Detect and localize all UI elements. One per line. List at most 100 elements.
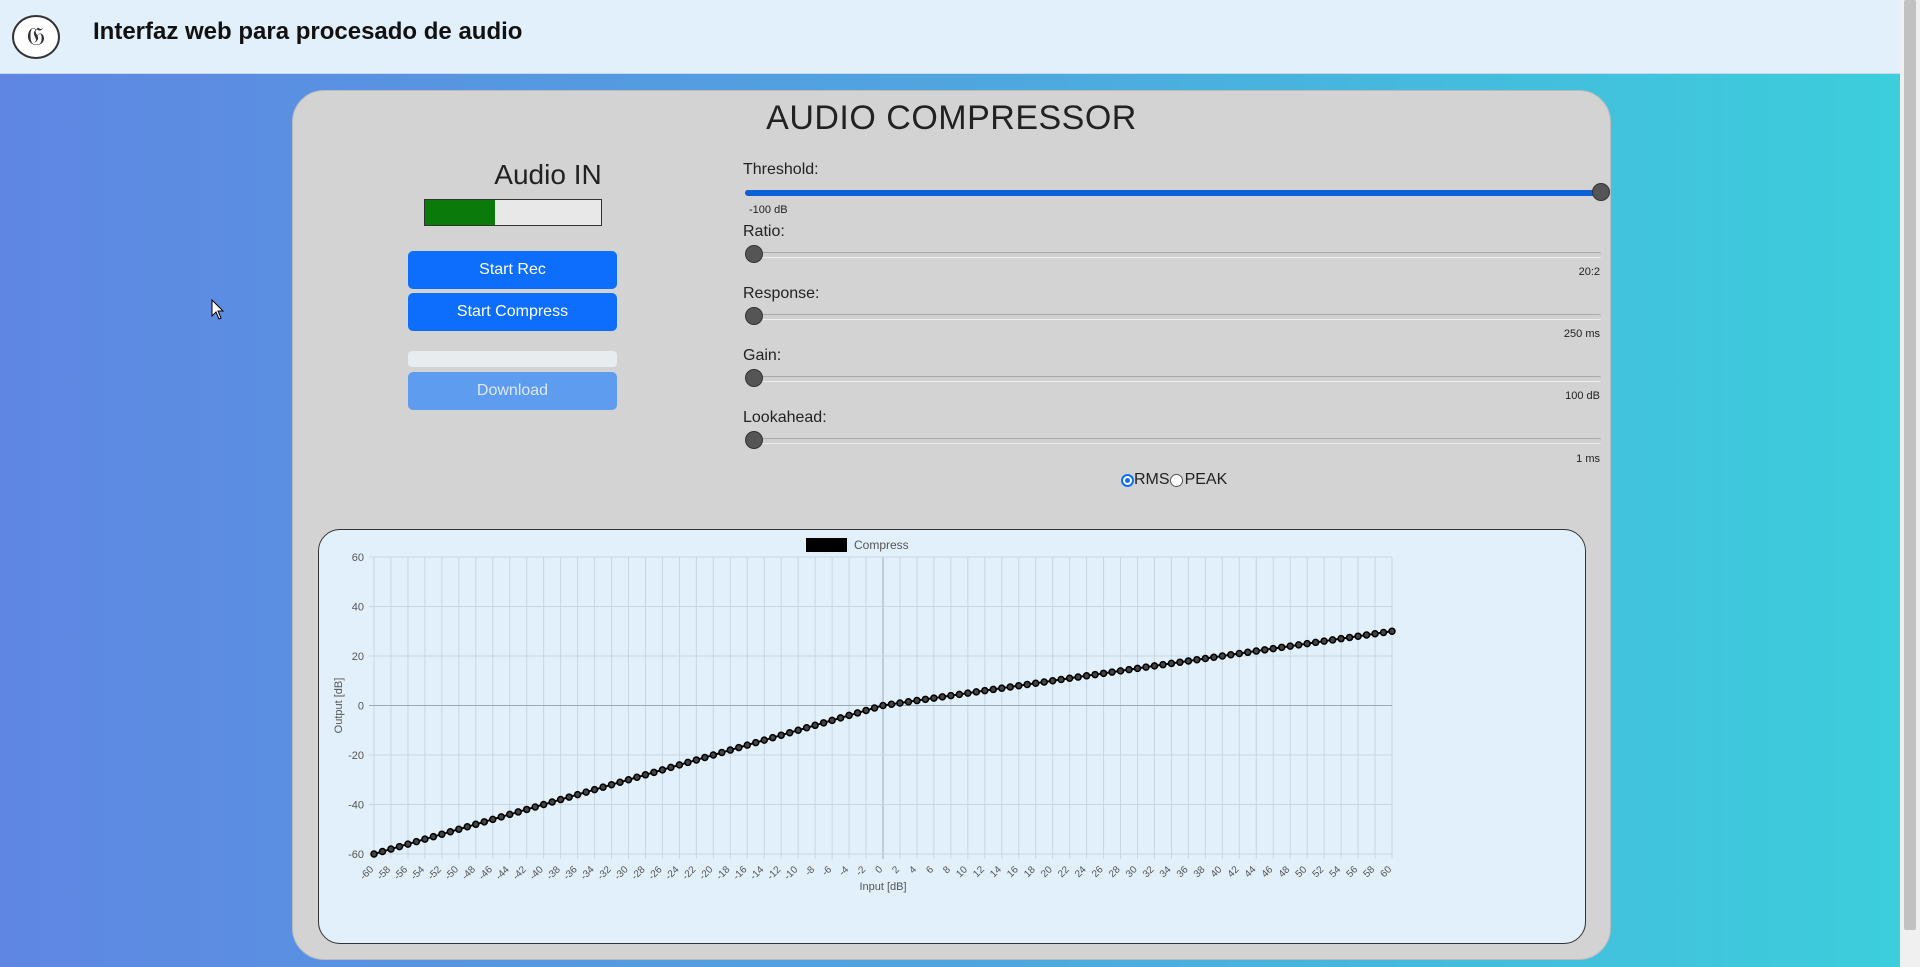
data-point xyxy=(1142,663,1150,671)
data-point xyxy=(819,719,828,727)
lookahead-slider-thumb[interactable] xyxy=(745,431,763,449)
x-tick-label: 50 xyxy=(1294,864,1310,880)
data-point xyxy=(650,768,658,777)
data-point xyxy=(794,726,802,734)
x-tick-label: -18 xyxy=(714,864,732,882)
peak-radio[interactable] xyxy=(1169,473,1183,487)
lookahead-slider[interactable] xyxy=(745,431,1601,449)
top-bar: 𝔊 Interfaz web para procesado de audio xyxy=(0,0,1900,74)
x-tick-label: 58 xyxy=(1362,864,1378,880)
data-point xyxy=(531,803,539,811)
x-tick-label: -50 xyxy=(443,864,461,882)
scrollbar-thumb[interactable] xyxy=(1904,0,1916,930)
response-slider[interactable] xyxy=(745,307,1601,325)
start-compress-button[interactable]: Start Compress xyxy=(408,293,617,331)
gain-label: Gain: xyxy=(743,347,782,364)
x-tick-label: -34 xyxy=(579,864,597,882)
data-point xyxy=(930,694,938,702)
y-tick-label: 0 xyxy=(358,701,364,713)
compression-chart-svg: -60-58-56-54-52-50-48-46-44-42-40-38-36-… xyxy=(333,538,1396,893)
data-point xyxy=(1201,654,1210,663)
start-rec-button[interactable]: Start Rec xyxy=(408,251,617,289)
data-point xyxy=(1337,634,1345,643)
x-tick-label: -28 xyxy=(630,864,648,882)
y-axis-label: Output [dB] xyxy=(333,678,345,734)
y-tick-label: -20 xyxy=(348,750,364,762)
response-slider-thumb[interactable] xyxy=(745,307,763,325)
data-point xyxy=(404,840,412,848)
data-point xyxy=(853,709,862,717)
x-tick-label: 20 xyxy=(1039,864,1055,880)
data-point xyxy=(684,758,692,767)
data-point xyxy=(1184,657,1193,665)
ratio-label: Ratio: xyxy=(743,223,785,240)
processing-progress-bar xyxy=(408,351,617,367)
threshold-slider[interactable] xyxy=(745,183,1610,201)
gain-slider[interactable] xyxy=(745,369,1601,387)
x-tick-label: -20 xyxy=(697,864,715,882)
data-point xyxy=(1379,628,1388,637)
data-point xyxy=(1014,681,1023,690)
bird-logo-icon: 𝔊 xyxy=(12,15,60,59)
data-point xyxy=(1269,644,1277,653)
gain-slider-thumb[interactable] xyxy=(745,369,763,387)
threshold-label: Threshold: xyxy=(743,161,819,178)
x-tick-label: -2 xyxy=(854,864,868,878)
ratio-slider-thumb[interactable] xyxy=(745,245,763,263)
data-point xyxy=(472,820,480,829)
panel-title: AUDIO COMPRESSOR xyxy=(766,99,1137,137)
data-point xyxy=(1006,683,1014,691)
x-tick-label: 6 xyxy=(924,864,936,876)
y-tick-label: 20 xyxy=(352,651,364,663)
y-tick-label: 60 xyxy=(352,552,364,564)
data-point xyxy=(1091,670,1099,679)
data-point xyxy=(556,795,565,804)
threshold-slider-thumb[interactable] xyxy=(1592,183,1610,201)
data-point xyxy=(887,700,896,709)
x-tick-label: -26 xyxy=(647,864,665,882)
x-tick-label: -40 xyxy=(528,864,546,882)
data-point xyxy=(1159,660,1167,669)
data-point xyxy=(1023,680,1031,689)
data-point xyxy=(836,714,845,722)
data-point xyxy=(938,693,947,701)
rms-label: RMS xyxy=(1134,471,1170,488)
data-point xyxy=(998,684,1006,692)
audio-level-meter xyxy=(424,199,602,226)
data-point xyxy=(896,699,904,707)
compression-chart: -60 -58 -56 -54 -52 -50 -48 -46 -44 -42 -40 -38 -36-… xyxy=(318,529,1586,944)
x-tick-label: 30 xyxy=(1124,864,1140,880)
data-point xyxy=(1116,667,1125,675)
audio-level-fill xyxy=(425,200,496,225)
data-point xyxy=(777,731,785,739)
y-tick-label: 40 xyxy=(352,602,364,614)
x-tick-label: 56 xyxy=(1345,864,1361,880)
data-point xyxy=(955,690,964,699)
data-point xyxy=(1108,668,1116,676)
x-tick-label: 4 xyxy=(907,864,919,876)
data-point xyxy=(463,823,472,831)
data-point xyxy=(879,701,887,710)
page-scrollbar[interactable] xyxy=(1900,0,1920,967)
data-point xyxy=(1294,641,1303,649)
rms-radio[interactable] xyxy=(1121,473,1134,487)
x-tick-label: 44 xyxy=(1243,864,1259,880)
data-point xyxy=(675,761,684,769)
data-point xyxy=(1277,643,1286,652)
x-tick-label: -6 xyxy=(820,864,834,878)
data-point xyxy=(590,785,599,794)
data-point xyxy=(862,706,870,715)
ratio-slider[interactable] xyxy=(745,245,1601,263)
data-point xyxy=(1099,669,1108,678)
peak-label: PEAK xyxy=(1184,471,1228,488)
x-tick-label: -48 xyxy=(460,864,478,882)
data-point xyxy=(667,763,675,772)
data-point xyxy=(1048,677,1057,685)
download-button[interactable]: Download xyxy=(408,372,617,410)
x-tick-label: -22 xyxy=(680,864,698,882)
data-point xyxy=(412,837,421,846)
data-point xyxy=(522,805,531,814)
data-point xyxy=(1303,639,1311,648)
data-point xyxy=(438,830,446,838)
y-tick-label: -60 xyxy=(348,849,364,861)
